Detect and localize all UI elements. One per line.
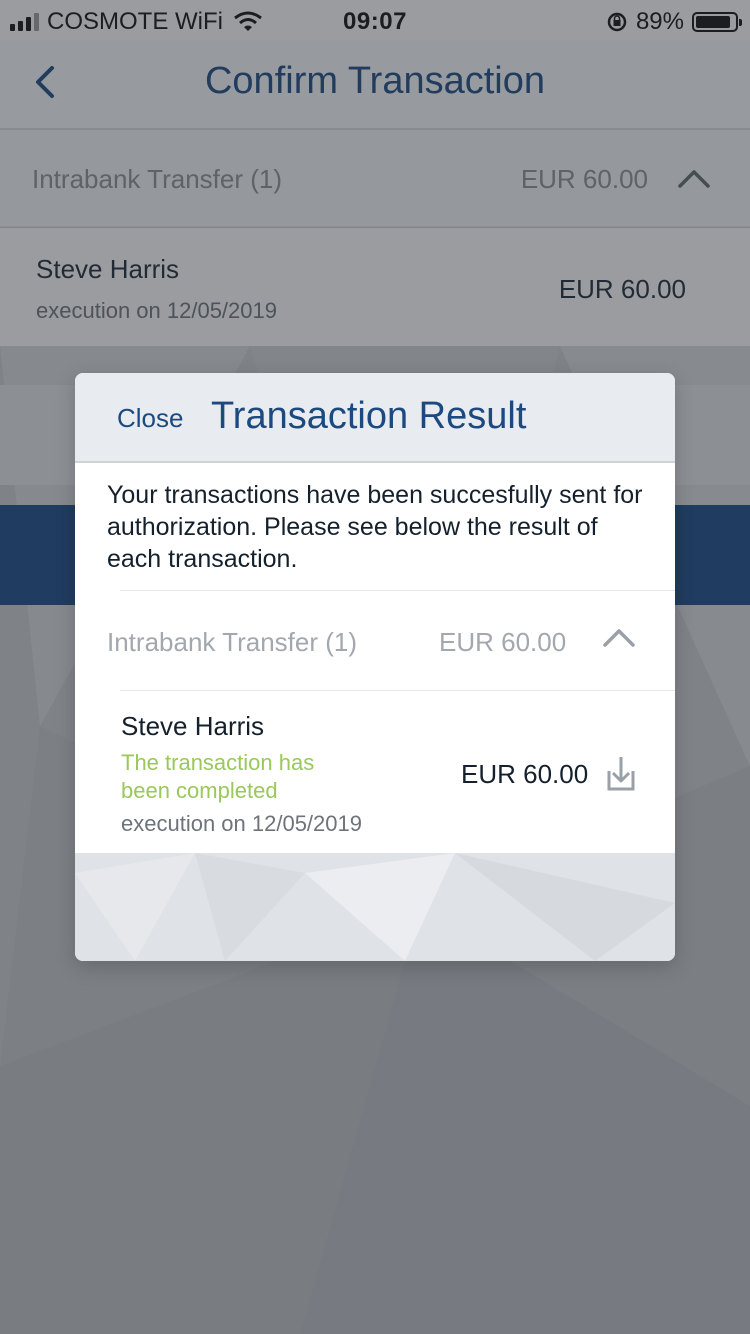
dialog-group-amount: EUR 60.00 <box>439 627 567 657</box>
result-execution-date: execution on 12/05/2019 <box>121 811 362 836</box>
result-beneficiary-name: Steve Harris <box>121 711 265 741</box>
result-status: The transaction has been completed <box>121 750 315 803</box>
result-message: Your transactions have been succesfully … <box>107 481 643 573</box>
close-button[interactable]: Close <box>117 403 183 434</box>
dialog-title: Transaction Result <box>211 395 527 437</box>
dialog-group-header[interactable]: Intrabank Transfer (1) EUR 60.00 <box>75 591 675 691</box>
result-amount: EUR 60.00 <box>461 759 589 789</box>
transaction-result-dialog: Close Transaction Result Your transactio… <box>75 373 675 961</box>
result-row: Steve Harris The transaction has been co… <box>75 691 675 853</box>
footer-pattern <box>75 853 675 961</box>
download-icon[interactable] <box>603 753 639 793</box>
dialog-group-title: Intrabank Transfer (1) <box>107 627 357 657</box>
dialog-footer <box>75 853 675 961</box>
chevron-up-icon[interactable] <box>601 621 637 651</box>
dialog-header: Close Transaction Result <box>75 373 675 463</box>
